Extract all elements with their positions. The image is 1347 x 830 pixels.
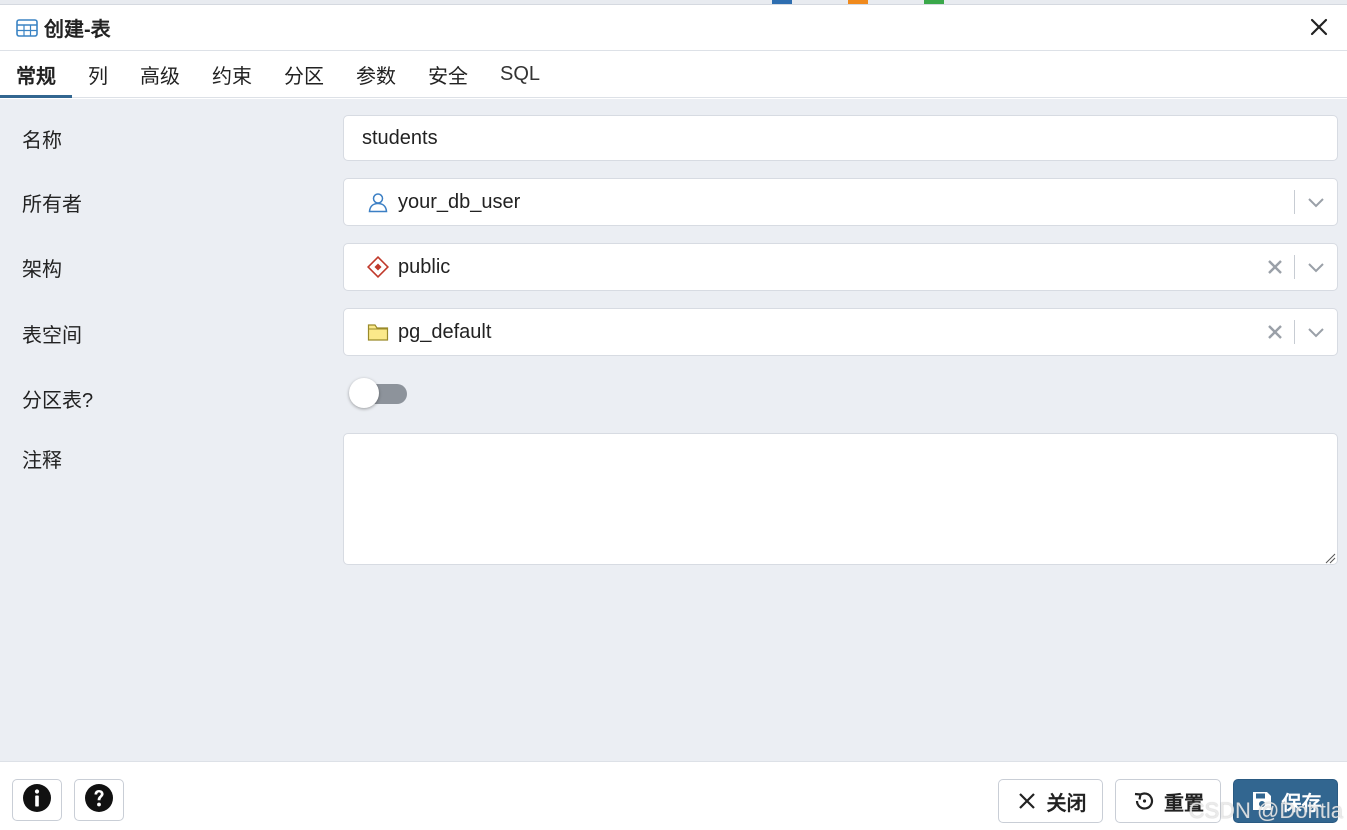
- save-button[interactable]: 保存: [1233, 779, 1338, 823]
- table-icon: [16, 18, 38, 37]
- close-button[interactable]: 关闭: [998, 779, 1103, 823]
- info-icon: [22, 783, 52, 818]
- owner-label: 所有者: [22, 194, 82, 216]
- schema-value: public: [398, 255, 451, 278]
- select-separator: [1294, 320, 1295, 344]
- partitioned-label: 分区表?: [22, 390, 94, 412]
- clear-icon[interactable]: [1264, 256, 1286, 278]
- dialog-footer: 关闭 重置 保存 CSDN @Dohtla: [0, 761, 1347, 830]
- close-button-label: 关闭: [1046, 792, 1087, 815]
- tablespace-select[interactable]: pg_default: [343, 308, 1338, 356]
- tab-columns[interactable]: 列: [72, 52, 124, 97]
- clear-icon[interactable]: [1264, 321, 1286, 343]
- tab-bar: 常规 列 高级 约束 分区 参数 安全 SQL: [0, 52, 1347, 98]
- reset-icon: [1132, 789, 1156, 813]
- info-button[interactable]: [12, 779, 62, 821]
- resize-grip-icon[interactable]: [1324, 551, 1336, 564]
- tablespace-label: 表空间: [22, 325, 82, 347]
- close-icon: [1015, 789, 1039, 813]
- partitioned-toggle[interactable]: [349, 378, 407, 408]
- select-separator: [1294, 190, 1295, 214]
- select-separator: [1294, 255, 1295, 279]
- chevron-down-icon[interactable]: [1305, 256, 1327, 278]
- tab-partitions[interactable]: 分区: [268, 52, 340, 97]
- owner-select[interactable]: your_db_user: [343, 178, 1338, 226]
- user-icon: [366, 190, 390, 214]
- help-icon: [84, 783, 114, 818]
- tab-constraints[interactable]: 约束: [196, 52, 268, 97]
- schema-select[interactable]: public: [343, 243, 1338, 291]
- name-label: 名称: [22, 130, 62, 152]
- close-icon[interactable]: [1307, 15, 1331, 39]
- tab-parameters[interactable]: 参数: [340, 52, 412, 97]
- dialog-titlebar: 创建-表: [0, 5, 1347, 51]
- tab-advanced[interactable]: 高级: [124, 52, 196, 97]
- comment-textarea[interactable]: [343, 433, 1338, 565]
- save-icon: [1250, 789, 1274, 813]
- schema-label: 架构: [22, 259, 62, 281]
- tab-sql[interactable]: SQL: [484, 52, 556, 97]
- toggle-knob: [349, 378, 379, 408]
- name-input[interactable]: students: [343, 115, 1338, 161]
- chevron-down-icon[interactable]: [1305, 191, 1327, 213]
- dialog-title: 创建-表: [44, 19, 111, 41]
- create-table-dialog: 创建-表 常规 列 高级 约束 分区 参数 安全 SQL 名称 students…: [0, 4, 1347, 830]
- tablespace-value: pg_default: [398, 320, 492, 343]
- name-value: students: [362, 126, 438, 149]
- form-content: 名称 students 所有者 your_db_user 架构 public 表…: [0, 99, 1347, 761]
- comment-label: 注释: [22, 450, 62, 472]
- chevron-down-icon[interactable]: [1305, 321, 1327, 343]
- tab-security[interactable]: 安全: [412, 52, 484, 97]
- reset-button[interactable]: 重置: [1115, 779, 1221, 823]
- save-button-label: 保存: [1281, 792, 1322, 815]
- tab-general[interactable]: 常规: [0, 52, 72, 98]
- owner-value: your_db_user: [398, 190, 521, 213]
- help-button[interactable]: [74, 779, 124, 821]
- schema-icon: [366, 255, 390, 279]
- reset-button-label: 重置: [1164, 792, 1204, 815]
- folder-icon: [366, 320, 390, 344]
